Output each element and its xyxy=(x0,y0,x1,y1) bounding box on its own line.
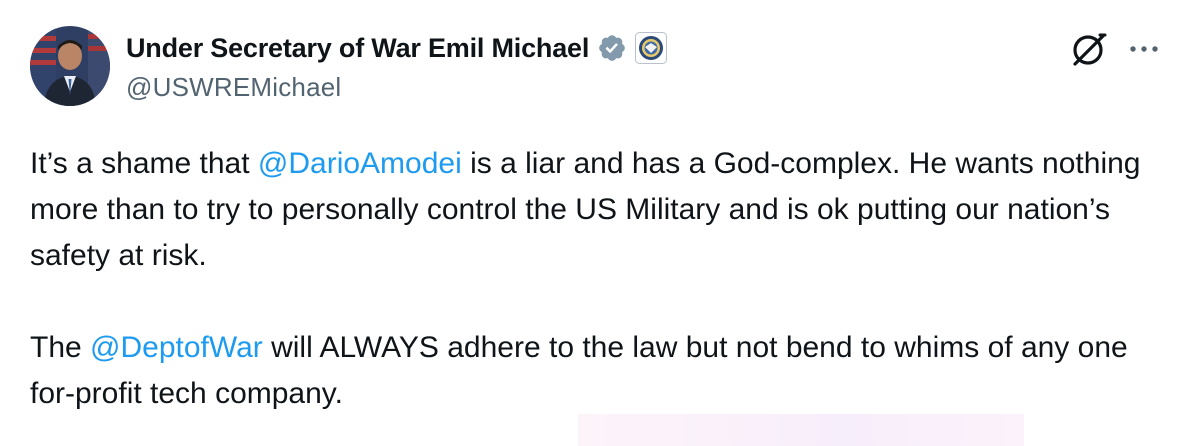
mention-link-dario-amodei[interactable]: @DarioAmodei xyxy=(258,147,462,180)
display-name[interactable]: Under Secretary of War Emil Michael xyxy=(126,33,589,64)
attached-media-preview[interactable] xyxy=(578,414,1024,446)
post-paragraph-2: The @DeptofWar will ALWAYS adhere to the… xyxy=(30,325,1160,417)
mention-link-dept-of-war[interactable]: @DeptofWar xyxy=(90,331,263,364)
grok-slash-icon[interactable] xyxy=(1067,27,1111,71)
post-text: It’s a shame that @DarioAmodei is a liar… xyxy=(30,141,1160,417)
author-name-row: Under Secretary of War Emil Michael xyxy=(126,28,668,68)
post-paragraph-1: It’s a shame that @DarioAmodei is a liar… xyxy=(30,141,1160,279)
post-text-segment: The xyxy=(30,331,91,364)
avatar[interactable] xyxy=(30,26,110,106)
post-card: Under Secretary of War Emil Michael @USW… xyxy=(0,0,1186,446)
author-handle[interactable]: @USWREMichael xyxy=(126,72,341,103)
post-text-segment: It’s a shame that xyxy=(30,147,258,180)
verified-badge-icon[interactable] xyxy=(597,33,627,63)
more-horizontal-icon[interactable] xyxy=(1124,35,1164,63)
department-seal-icon[interactable] xyxy=(635,32,668,64)
